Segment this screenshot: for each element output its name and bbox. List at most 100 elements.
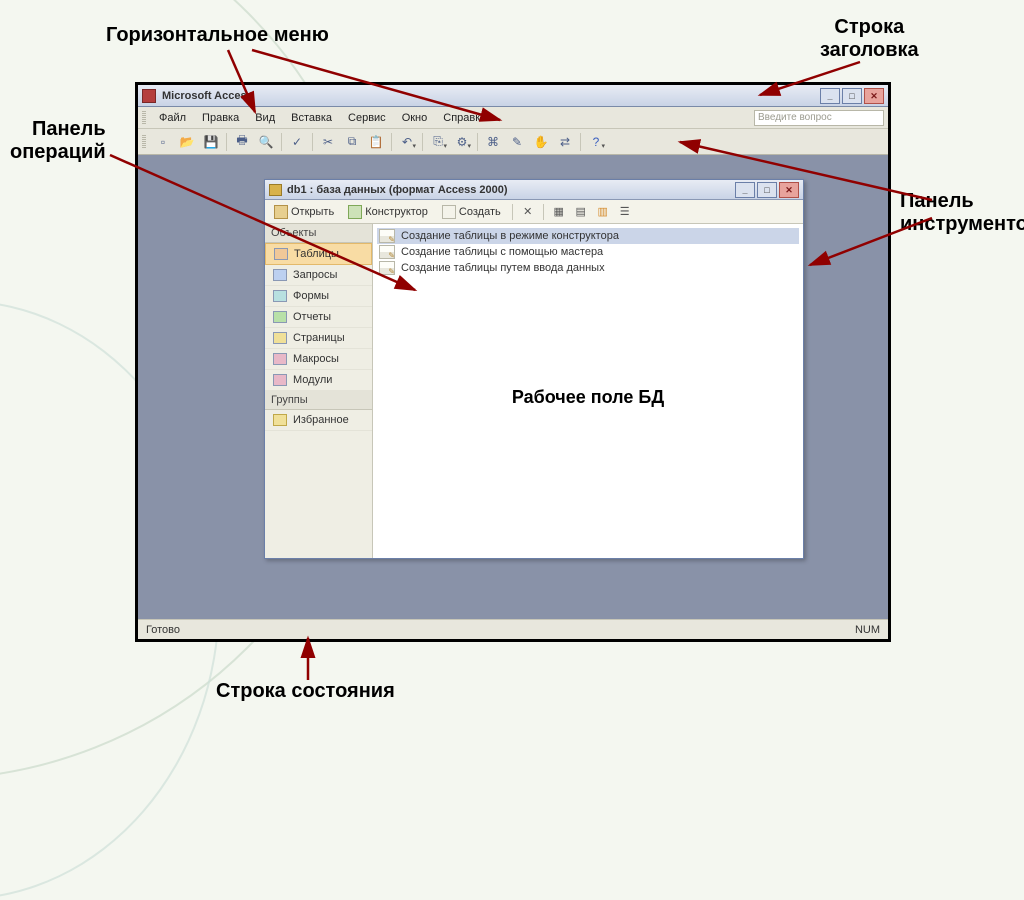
callout-statusbar: Строка состояния bbox=[216, 680, 395, 703]
db-maximize-button[interactable]: □ bbox=[757, 182, 777, 198]
list-item-create-by-entry[interactable]: Создание таблицы путем ввода данных bbox=[377, 260, 799, 276]
list-item-label: Создание таблицы путем ввода данных bbox=[401, 262, 605, 274]
code-icon[interactable]: ⌘ bbox=[482, 132, 504, 152]
list-item-label: Создание таблицы с помощью мастера bbox=[401, 246, 603, 258]
main-toolbar: ▫ 📂 💾 🖶 🔍 ✓ ✂ ⧉ 📋 ↶ ⎘ ⚙ ⌘ ✎ ✋ ⇄ ? bbox=[138, 129, 888, 155]
queries-icon bbox=[273, 269, 287, 281]
db-toolbar-separator bbox=[512, 204, 513, 220]
small-icons-icon[interactable]: ▤ bbox=[572, 203, 590, 221]
nav-item-forms[interactable]: Формы bbox=[265, 286, 372, 307]
nav-item-tables[interactable]: Таблицы bbox=[265, 243, 372, 265]
design-button[interactable]: Конструктор bbox=[343, 203, 433, 221]
toolbar-separator bbox=[281, 133, 282, 151]
callout-menu: Горизонтальное меню bbox=[106, 24, 329, 47]
callout-operations: Панель операций bbox=[10, 118, 106, 164]
toolbar-separator bbox=[312, 133, 313, 151]
macros-icon bbox=[273, 353, 287, 365]
open-button[interactable]: Открыть bbox=[269, 203, 339, 221]
favorites-icon bbox=[273, 414, 287, 426]
create-button-label: Создать bbox=[459, 206, 501, 218]
reports-icon bbox=[273, 311, 287, 323]
db-close-button[interactable]: ✕ bbox=[779, 182, 799, 198]
pages-icon bbox=[273, 332, 287, 344]
list-view-icon[interactable]: ▥ bbox=[594, 203, 612, 221]
undo-icon[interactable]: ↶ bbox=[396, 132, 418, 152]
new-file-icon[interactable]: ▫ bbox=[152, 132, 174, 152]
nav-label: Макросы bbox=[293, 353, 339, 365]
database-icon bbox=[269, 184, 282, 196]
print-preview-icon[interactable]: 🔍 bbox=[255, 132, 277, 152]
menu-window[interactable]: Окно bbox=[395, 110, 435, 126]
database-window: db1 : база данных (формат Access 2000) _… bbox=[264, 179, 804, 559]
db-toolbar-separator bbox=[543, 204, 544, 220]
help-icon[interactable]: ? bbox=[585, 132, 607, 152]
properties-icon[interactable]: ✋ bbox=[530, 132, 552, 152]
nav-header-objects: Объекты bbox=[265, 224, 372, 243]
script-icon[interactable]: ✎ bbox=[506, 132, 528, 152]
help-search-input[interactable]: Введите вопрос bbox=[754, 110, 884, 126]
nav-header-groups: Группы bbox=[265, 391, 372, 410]
delete-icon[interactable]: ✕ bbox=[519, 203, 537, 221]
save-icon[interactable]: 💾 bbox=[200, 132, 222, 152]
list-item-label: Создание таблицы в режиме конструктора bbox=[401, 230, 619, 242]
status-text: Готово bbox=[146, 624, 180, 636]
toolbar-separator bbox=[226, 133, 227, 151]
cut-icon[interactable]: ✂ bbox=[317, 132, 339, 152]
db-minimize-button[interactable]: _ bbox=[735, 182, 755, 198]
analyze-icon[interactable]: ⚙ bbox=[451, 132, 473, 152]
titlebar: Microsoft Access _ □ ✕ bbox=[138, 85, 888, 107]
nav-label: Избранное bbox=[293, 414, 349, 426]
screenshot-frame: Microsoft Access _ □ ✕ Файл Правка Вид В… bbox=[135, 82, 891, 642]
details-view-icon[interactable]: ☰ bbox=[616, 203, 634, 221]
design-button-label: Конструктор bbox=[365, 206, 428, 218]
nav-label: Страницы bbox=[293, 332, 345, 344]
print-icon[interactable]: 🖶 bbox=[231, 132, 253, 152]
callout-workfield: Рабочее поле БД bbox=[512, 387, 664, 408]
db-window-title: db1 : база данных (формат Access 2000) bbox=[287, 184, 508, 196]
nav-item-macros[interactable]: Макросы bbox=[265, 349, 372, 370]
callout-titlebar: Строка заголовка bbox=[820, 16, 919, 62]
maximize-button[interactable]: □ bbox=[842, 88, 862, 104]
copy-icon[interactable]: ⧉ bbox=[341, 132, 363, 152]
menu-help[interactable]: Справка bbox=[436, 110, 493, 126]
db-toolbar: Открыть Конструктор Создать ✕ ▦ ▤ bbox=[265, 200, 803, 224]
nav-item-pages[interactable]: Страницы bbox=[265, 328, 372, 349]
nav-item-reports[interactable]: Отчеты bbox=[265, 307, 372, 328]
toolbar-separator bbox=[580, 133, 581, 151]
modules-icon bbox=[273, 374, 287, 386]
office-links-icon[interactable]: ⎘ bbox=[427, 132, 449, 152]
menu-edit[interactable]: Правка bbox=[195, 110, 246, 126]
db-window-controls: _ □ ✕ bbox=[735, 182, 799, 198]
menu-grip-icon bbox=[142, 111, 146, 125]
toolbar-separator bbox=[391, 133, 392, 151]
spelling-icon[interactable]: ✓ bbox=[286, 132, 308, 152]
close-button[interactable]: ✕ bbox=[864, 88, 884, 104]
menubar: Файл Правка Вид Вставка Сервис Окно Спра… bbox=[138, 107, 888, 129]
nav-label: Модули bbox=[293, 374, 332, 386]
list-item-create-wizard[interactable]: Создание таблицы с помощью мастера bbox=[377, 244, 799, 260]
list-pane: Создание таблицы в режиме конструктора С… bbox=[373, 224, 803, 558]
list-item-create-design[interactable]: Создание таблицы в режиме конструктора bbox=[377, 228, 799, 244]
large-icons-icon[interactable]: ▦ bbox=[550, 203, 568, 221]
nav-label: Таблицы bbox=[294, 248, 339, 260]
minimize-button[interactable]: _ bbox=[820, 88, 840, 104]
nav-pane: Объекты Таблицы Запросы Формы bbox=[265, 224, 373, 558]
open-icon[interactable]: 📂 bbox=[176, 132, 198, 152]
menu-file[interactable]: Файл bbox=[152, 110, 193, 126]
nav-item-modules[interactable]: Модули bbox=[265, 370, 372, 391]
nav-item-queries[interactable]: Запросы bbox=[265, 265, 372, 286]
nav-item-favorites[interactable]: Избранное bbox=[265, 410, 372, 431]
create-button[interactable]: Создать bbox=[437, 203, 506, 221]
db-body: Объекты Таблицы Запросы Формы bbox=[265, 224, 803, 558]
nav-label: Отчеты bbox=[293, 311, 331, 323]
menu-view[interactable]: Вид bbox=[248, 110, 282, 126]
toolbar-grip-icon bbox=[142, 135, 146, 149]
paste-icon[interactable]: 📋 bbox=[365, 132, 387, 152]
relationships-icon[interactable]: ⇄ bbox=[554, 132, 576, 152]
app-window: Microsoft Access _ □ ✕ Файл Правка Вид В… bbox=[138, 85, 888, 639]
status-num: NUM bbox=[855, 624, 880, 636]
db-titlebar: db1 : база данных (формат Access 2000) _… bbox=[265, 180, 803, 200]
menu-service[interactable]: Сервис bbox=[341, 110, 393, 126]
new-doc-icon bbox=[442, 205, 456, 219]
menu-insert[interactable]: Вставка bbox=[284, 110, 339, 126]
